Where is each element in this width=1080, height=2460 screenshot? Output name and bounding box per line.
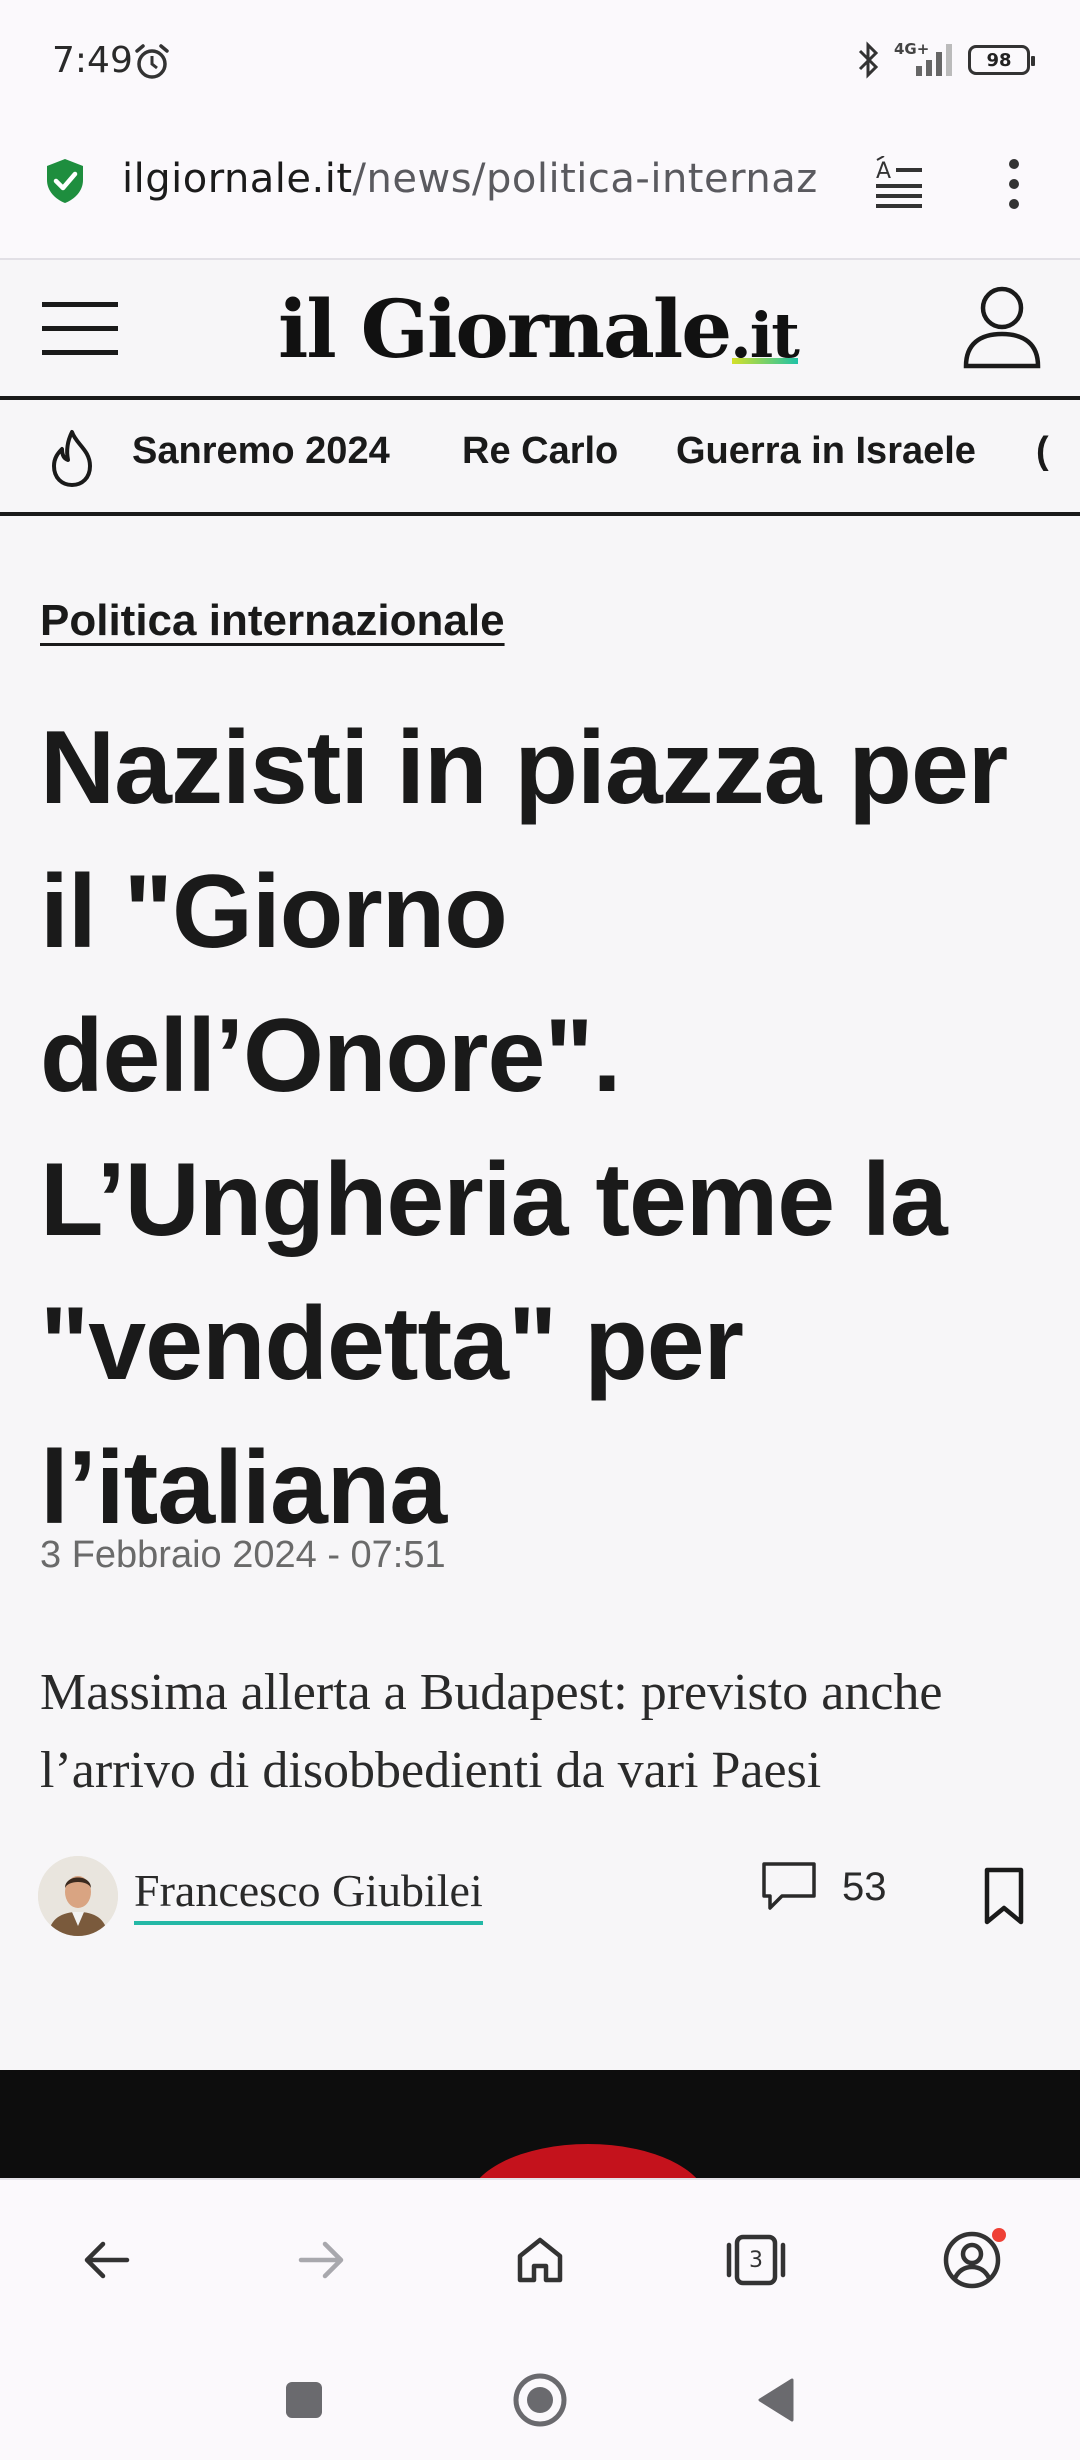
tag-link[interactable]: Re Carlo (462, 430, 618, 473)
article: Politica internazionale Nazisti in piazz… (0, 516, 1080, 2070)
author-link[interactable]: Francesco Giubilei (134, 1864, 483, 1925)
logo-main: il Giornale (278, 282, 732, 376)
article-date: 3 Febbraio 2024 - 07:51 (40, 1534, 446, 1576)
signal-icon: 4G+ (894, 40, 956, 80)
tag-link[interactable]: Sanremo 2024 (132, 430, 390, 473)
home-icon (517, 2237, 563, 2283)
logo-suffix: .it (730, 299, 800, 372)
status-bar: 7:49 4G+ 98 (0, 0, 1080, 120)
article-byline: Francesco Giubilei 53 (38, 1850, 1048, 1940)
reader-mode-icon[interactable]: A (874, 156, 934, 212)
status-time: 7:49 (52, 40, 133, 81)
comment-count: 53 (842, 1864, 887, 1909)
square-icon (286, 2382, 322, 2418)
profile-button[interactable] (934, 2222, 1010, 2298)
tabs-button[interactable]: 3 (718, 2222, 794, 2298)
tab-count: 3 (749, 2247, 763, 2273)
battery-icon: 98 (968, 45, 1035, 75)
alarm-icon (135, 44, 169, 79)
secure-shield-icon[interactable] (44, 157, 86, 205)
article-category-link[interactable]: Politica internazionale (40, 596, 505, 646)
system-navigation-bar (0, 2340, 1080, 2460)
more-options-icon[interactable] (996, 154, 1032, 214)
site-logo[interactable]: il Giornale.it (278, 282, 800, 376)
back-button[interactable] (68, 2222, 144, 2298)
url-path: /news/politica-internaz (352, 156, 818, 202)
comments-button[interactable]: 53 (760, 1860, 887, 1914)
article-hero-image (0, 2070, 1080, 2180)
home-button[interactable] (502, 2222, 578, 2298)
comment-icon (762, 1862, 816, 1910)
browser-url-bar: ilgiornale.it/news/politica-internaz A (0, 120, 1080, 260)
circle-icon (513, 2373, 567, 2427)
arrow-left-icon (84, 2241, 130, 2279)
browser-bottom-toolbar: 3 (0, 2178, 1080, 2340)
status-icons: 4G+ 98 (856, 40, 1035, 80)
address-field[interactable]: ilgiornale.it/news/politica-internaz (122, 156, 842, 202)
bookmark-icon[interactable] (982, 1866, 1026, 1926)
tag-link-overflow[interactable]: ( (1036, 430, 1056, 473)
battery-level: 98 (986, 49, 1012, 71)
user-account-icon[interactable] (960, 282, 1044, 372)
back-nav-button[interactable] (744, 2368, 808, 2432)
author-avatar[interactable] (38, 1856, 118, 1936)
hero-image-content (468, 2144, 708, 2180)
triangle-back-icon (758, 2378, 794, 2422)
arrow-right-icon (298, 2241, 344, 2279)
bluetooth-icon (858, 41, 879, 79)
article-headline: Nazisti in piazza per il "Giorno dell’On… (40, 710, 1008, 1546)
recents-button[interactable] (272, 2368, 336, 2432)
flame-icon (52, 430, 92, 487)
notification-dot (992, 2228, 1006, 2242)
trending-tags-bar: Sanremo 2024 Re Carlo Guerra in Israele … (0, 400, 1080, 516)
forward-button[interactable] (284, 2222, 360, 2298)
hamburger-menu-icon[interactable] (42, 298, 118, 358)
url-host: ilgiornale.it (122, 156, 353, 202)
home-nav-button[interactable] (508, 2368, 572, 2432)
article-subtitle: Massima allerta a Budapest: previsto anc… (40, 1664, 943, 1799)
tag-link[interactable]: Guerra in Israele (676, 430, 976, 473)
site-header: il Giornale.it (0, 260, 1080, 400)
svg-text:A: A (876, 159, 891, 184)
